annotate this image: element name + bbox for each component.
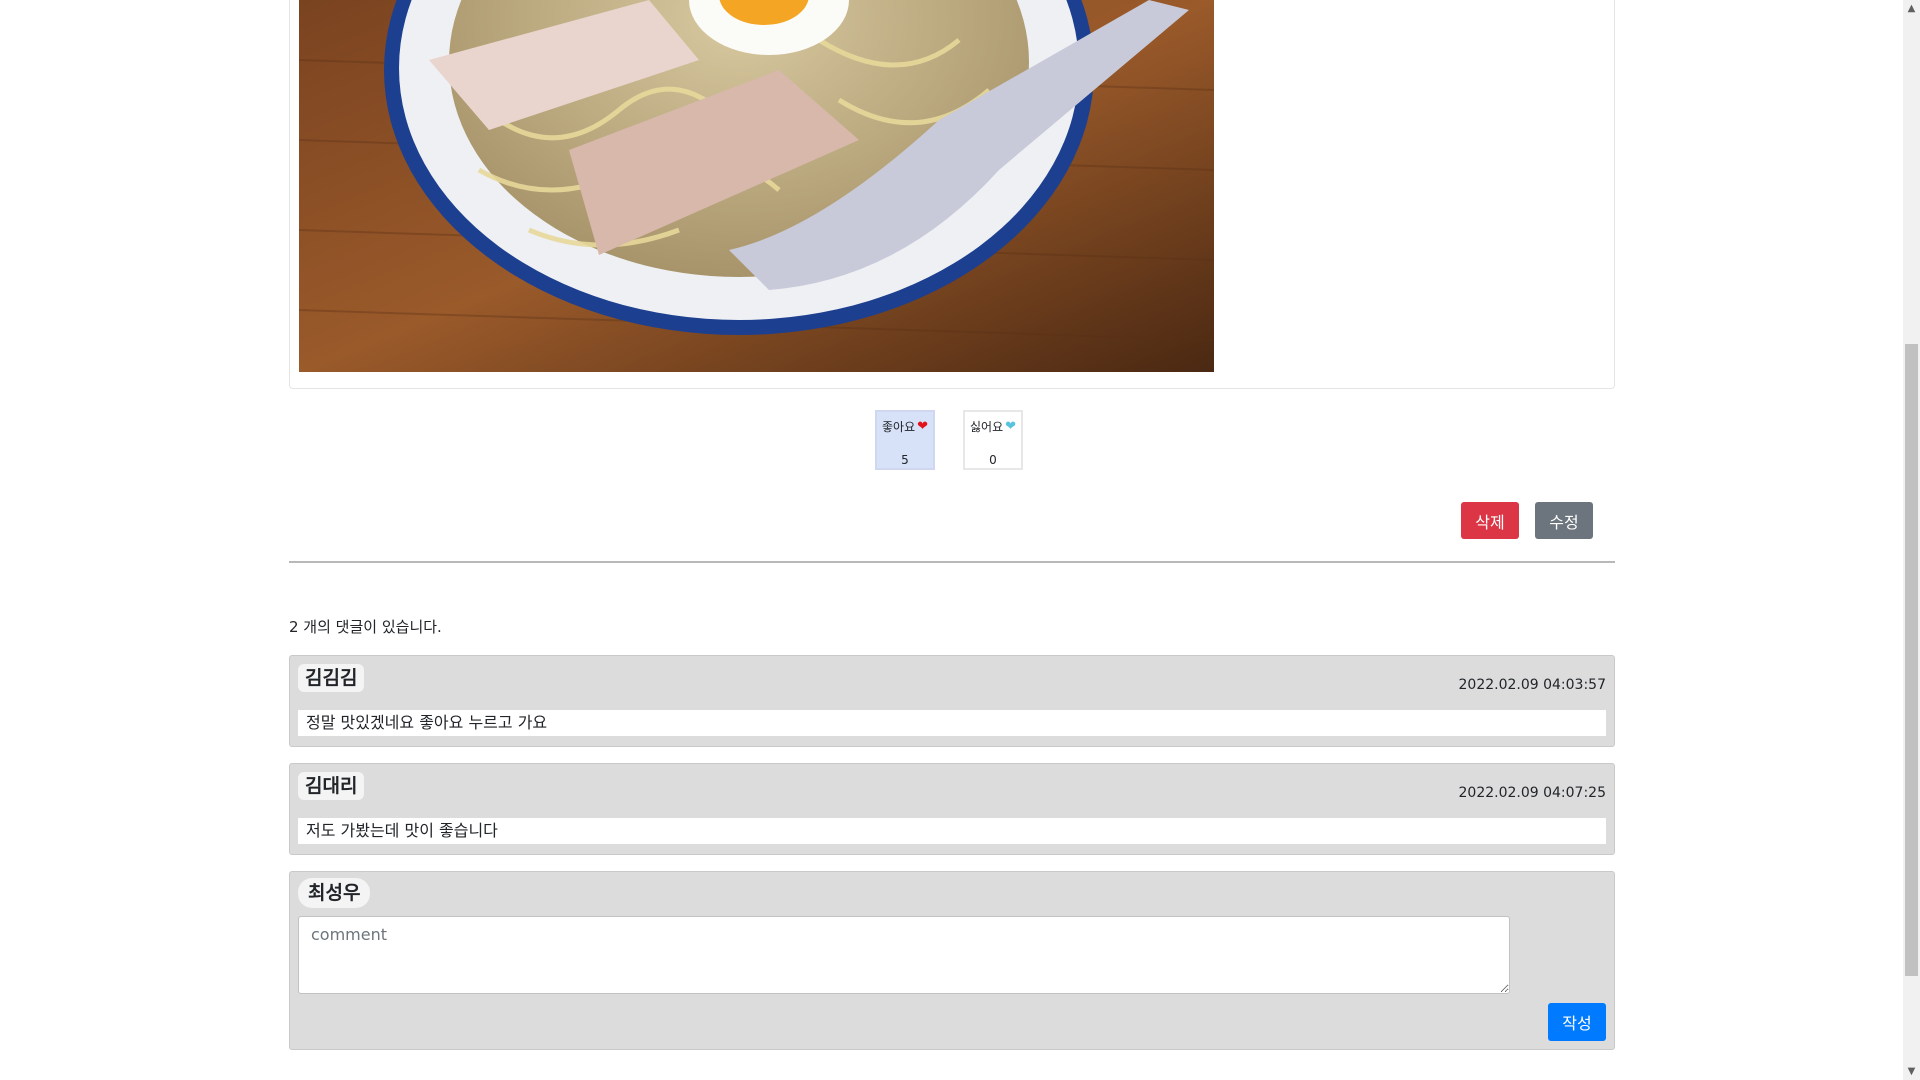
dislike-label-row: 싫어요 ❤ bbox=[970, 418, 1016, 435]
comment-form: 최성우 작성 bbox=[289, 871, 1615, 1050]
comment-text: 저도 가봤는데 맛이 좋습니다 bbox=[298, 818, 1606, 844]
delete-button[interactable]: 삭제 bbox=[1461, 502, 1519, 539]
dislike-label: 싫어요 bbox=[969, 420, 1004, 434]
comment-input[interactable] bbox=[298, 916, 1510, 994]
heart-icon: ❤ bbox=[917, 419, 929, 434]
post-card bbox=[289, 0, 1615, 389]
scroll-down-arrow-icon[interactable]: ▼ bbox=[1903, 1063, 1920, 1080]
dislike-count: 0 bbox=[989, 453, 997, 467]
like-count: 5 bbox=[901, 453, 909, 467]
comment-text: 정말 맛있겠네요 좋아요 누르고 가요 bbox=[298, 710, 1606, 736]
ramen-photo bbox=[299, 0, 1214, 372]
like-label: 좋아요 bbox=[881, 420, 916, 434]
scrollbar-thumb[interactable] bbox=[1905, 344, 1918, 976]
comment-item: 김대리 2022.02.09 04:07:25 저도 가봤는데 맛이 좋습니다 bbox=[289, 763, 1615, 855]
scrollbar[interactable]: ▲ ▼ bbox=[1903, 0, 1920, 1080]
comment-author: 김대리 bbox=[298, 772, 365, 800]
dislike-button[interactable]: 싫어요 ❤ 0 bbox=[963, 410, 1023, 470]
like-label-row: 좋아요 ❤ bbox=[882, 418, 928, 435]
comment-count: 2 개의 댓글이 있습니다. bbox=[289, 618, 442, 636]
like-button[interactable]: 좋아요 ❤ 5 bbox=[875, 410, 935, 470]
edit-button[interactable]: 수정 bbox=[1535, 502, 1593, 539]
divider bbox=[289, 561, 1615, 563]
broken-heart-icon: ❤ bbox=[1005, 419, 1017, 434]
submit-comment-button[interactable]: 작성 bbox=[1548, 1003, 1606, 1041]
comment-form-author: 최성우 bbox=[298, 878, 371, 908]
comment-author: 김김김 bbox=[298, 664, 365, 692]
reaction-bar: 좋아요 ❤ 5 싫어요 ❤ 0 bbox=[875, 410, 1023, 470]
comment-date: 2022.02.09 04:03:57 bbox=[1458, 677, 1607, 693]
comment-date: 2022.02.09 04:07:25 bbox=[1458, 785, 1607, 801]
scroll-up-arrow-icon[interactable]: ▲ bbox=[1903, 0, 1920, 17]
comment-item: 김김김 2022.02.09 04:03:57 정말 맛있겠네요 좋아요 누르고… bbox=[289, 655, 1615, 747]
post-image bbox=[299, 0, 1214, 372]
